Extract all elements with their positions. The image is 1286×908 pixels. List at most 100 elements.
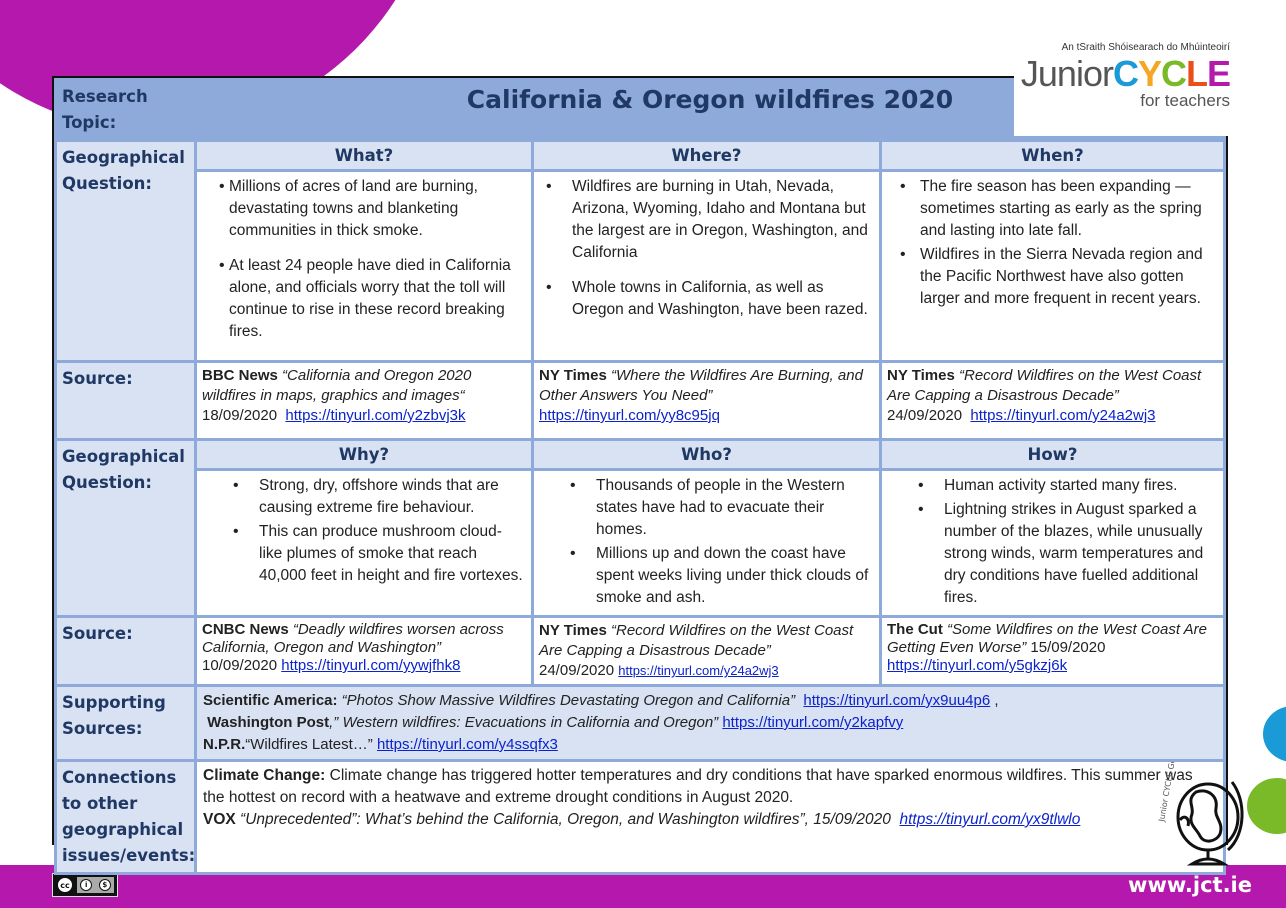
answer-why: Strong, dry, offshore winds that are cau…	[194, 468, 534, 618]
source-cell: NY Times “Where the Wildfires Are Burnin…	[531, 360, 882, 441]
logo-letter: E	[1206, 53, 1231, 94]
junior-cycle-geography-globe-icon: Junior CYCLE Geography	[1158, 762, 1244, 866]
question-heading-what: What?	[194, 139, 534, 172]
source-label-1: Source:	[54, 360, 197, 441]
bullet-item: Wildfires in the Sierra Nevada region an…	[888, 244, 1217, 310]
logo-tagline: for teachers	[1140, 91, 1230, 110]
bullet-item: Strong, dry, offshore winds that are cau…	[203, 475, 525, 519]
logo-letter: L	[1185, 53, 1208, 94]
source-cell: NY Times “Record Wildfires on the West C…	[879, 360, 1226, 441]
source-link[interactable]: https://tinyurl.com/y2kapfvy	[722, 714, 903, 731]
question-heading-where: Where?	[531, 139, 882, 172]
climate-change-paragraph: Climate Change: Climate change has trigg…	[203, 765, 1217, 809]
source-title: “Photos Show Massive Wildfires Devastati…	[341, 692, 796, 709]
source-link[interactable]: https://tinyurl.com/yy8c95jq	[539, 407, 720, 424]
geographical-question-label-1: Geographical Question:	[54, 139, 197, 363]
geographical-question-label-2: Geographical Question:	[54, 438, 197, 618]
source-outlet: N.P.R.	[203, 736, 246, 753]
logo-letter: C	[1112, 53, 1139, 94]
connections-cell: Climate Change: Climate change has trigg…	[194, 759, 1226, 875]
supporting-source-item: N.P.R.“Wildfires Latest…” https://tinyur…	[203, 734, 1217, 756]
non-commercial-icon: $	[98, 879, 111, 891]
supporting-sources-cell: Scientific America: “Photos Show Massive…	[194, 684, 1226, 762]
source-outlet: NY Times	[539, 367, 607, 384]
question-heading-why: Why?	[194, 438, 534, 471]
logo-letter: C	[1160, 53, 1187, 94]
vox-source: VOX “Unprecedented”: What’s behind the C…	[203, 809, 1217, 831]
logo-cycle: CYCLE	[1112, 53, 1231, 94]
supporting-sources-label: Supporting Sources:	[54, 684, 197, 762]
source-title: ,” Western wildfires: Evacuations in Cal…	[329, 714, 719, 731]
question-heading-when: When?	[879, 139, 1226, 172]
logo-wordmark: JuniorCYCLE	[1014, 56, 1231, 92]
site-url[interactable]: www.jct.ie	[1128, 873, 1252, 897]
source-link[interactable]: https://tinyurl.com/y24a2wj3	[618, 663, 778, 678]
source-link[interactable]: https://tinyurl.com/y5gkzj6k	[887, 657, 1067, 674]
supporting-source-item: Scientific America: “Photos Show Massive…	[203, 690, 1217, 712]
source-cell: NY Times “Record Wildfires on the West C…	[531, 615, 882, 687]
supporting-source-item: Washington Post,” Western wildfires: Eva…	[203, 712, 1217, 734]
logo-letter: Y	[1137, 53, 1162, 94]
source-link[interactable]: https://tinyurl.com/yx9tlwlo	[899, 811, 1080, 828]
source-date: 24/09/2020	[887, 407, 963, 424]
source-cell: The Cut “Some Wildfires on the West Coas…	[879, 615, 1226, 687]
source-cell: CNBC News “Deadly wildfires worsen acros…	[194, 615, 534, 687]
logo-junior: Junior	[1020, 53, 1114, 94]
source-date: 24/09/2020	[539, 662, 615, 679]
attribution-icon: i	[80, 879, 93, 891]
logo-subtitle: An tSraith Shóisearach do Mhúinteoirí	[1061, 42, 1230, 53]
bullet-item: Lightning strikes in August sparked a nu…	[888, 499, 1217, 609]
source-outlet: CNBC News	[202, 621, 289, 638]
source-cell: BBC News “California and Oregon 2020 wil…	[194, 360, 534, 441]
source-row-1: Source: BBC News “California and Oregon …	[54, 360, 1226, 441]
question-header-row-2: Geographical Question: Why? Who? How?	[54, 438, 1226, 618]
source-date: 10/09/2020	[202, 657, 278, 674]
source-outlet: BBC News	[202, 367, 278, 384]
answer-when: The fire season has been expanding — som…	[879, 169, 1226, 363]
source-date: 18/09/2020	[202, 407, 278, 424]
separator: ,	[994, 692, 999, 709]
supporting-sources-row: Supporting Sources: Scientific America: …	[54, 684, 1226, 762]
research-topic-label: Research Topic:	[54, 78, 197, 142]
source-link[interactable]: https://tinyurl.com/y2zbvj3k	[285, 407, 465, 424]
bullet-item: Whole towns in California, as well as Or…	[540, 277, 873, 321]
answer-who: Thousands of people in the Western state…	[531, 468, 882, 618]
bullet-item: At least 24 people have died in Californ…	[203, 255, 525, 343]
source-link[interactable]: https://tinyurl.com/yywjfhk8	[281, 657, 460, 674]
bullet-item: Millions of acres of land are burning, d…	[203, 176, 525, 242]
climate-heading: Climate Change:	[203, 767, 326, 784]
bullet-item: Human activity started many fires.	[888, 475, 1217, 497]
source-link[interactable]: https://tinyurl.com/y4ssqfx3	[377, 736, 558, 753]
bullet-item: This can produce mushroom cloud-like plu…	[203, 521, 525, 587]
source-label-2: Source:	[54, 615, 197, 687]
question-body-row-1: Millions of acres of land are burning, d…	[56, 169, 1226, 363]
question-body-row-2: Strong, dry, offshore winds that are cau…	[56, 468, 1226, 618]
answer-what: Millions of acres of land are burning, d…	[194, 169, 534, 363]
bullet-item: Millions up and down the coast have spen…	[540, 543, 873, 609]
source-outlet: The Cut	[887, 621, 943, 638]
bullet-item: Thousands of people in the Western state…	[540, 475, 873, 541]
junior-cycle-logo: An tSraith Shóisearach do Mhúinteoirí Ju…	[1014, 36, 1286, 136]
cc-icon: cc	[56, 876, 74, 894]
answer-where: Wildfires are burning in Utah, Nevada, A…	[531, 169, 882, 363]
climate-text: Climate change has triggered hotter temp…	[203, 767, 1193, 806]
source-title: “Wildfires Latest…”	[245, 736, 373, 753]
question-heading-how: How?	[879, 438, 1226, 471]
bullet-item: The fire season has been expanding — som…	[888, 176, 1217, 242]
source-date: 15/09/2020	[1030, 639, 1106, 656]
connections-row: Connections to other geographical issues…	[54, 759, 1226, 875]
source-row-2: Source: CNBC News “Deadly wildfires wors…	[54, 615, 1226, 687]
decorative-blue-circle	[1263, 706, 1286, 762]
source-link[interactable]: https://tinyurl.com/yx9uu4p6	[803, 692, 990, 709]
source-title: “Unprecedented”: What’s behind the Calif…	[240, 811, 891, 828]
source-outlet: Scientific America:	[203, 692, 338, 709]
research-table: Research Topic: California & Oregon wild…	[52, 76, 1228, 875]
question-header-row-1: Geographical Question: What? Where? When…	[54, 139, 1226, 363]
answer-how: Human activity started many fires. Light…	[879, 468, 1226, 618]
creative-commons-license-badge[interactable]: cc i $	[52, 873, 118, 897]
source-outlet: NY Times	[887, 367, 955, 384]
question-heading-who: Who?	[531, 438, 882, 471]
source-link[interactable]: https://tinyurl.com/y24a2wj3	[970, 407, 1155, 424]
connections-label: Connections to other geographical issues…	[54, 759, 197, 875]
bullet-item: Wildfires are burning in Utah, Nevada, A…	[540, 176, 873, 264]
